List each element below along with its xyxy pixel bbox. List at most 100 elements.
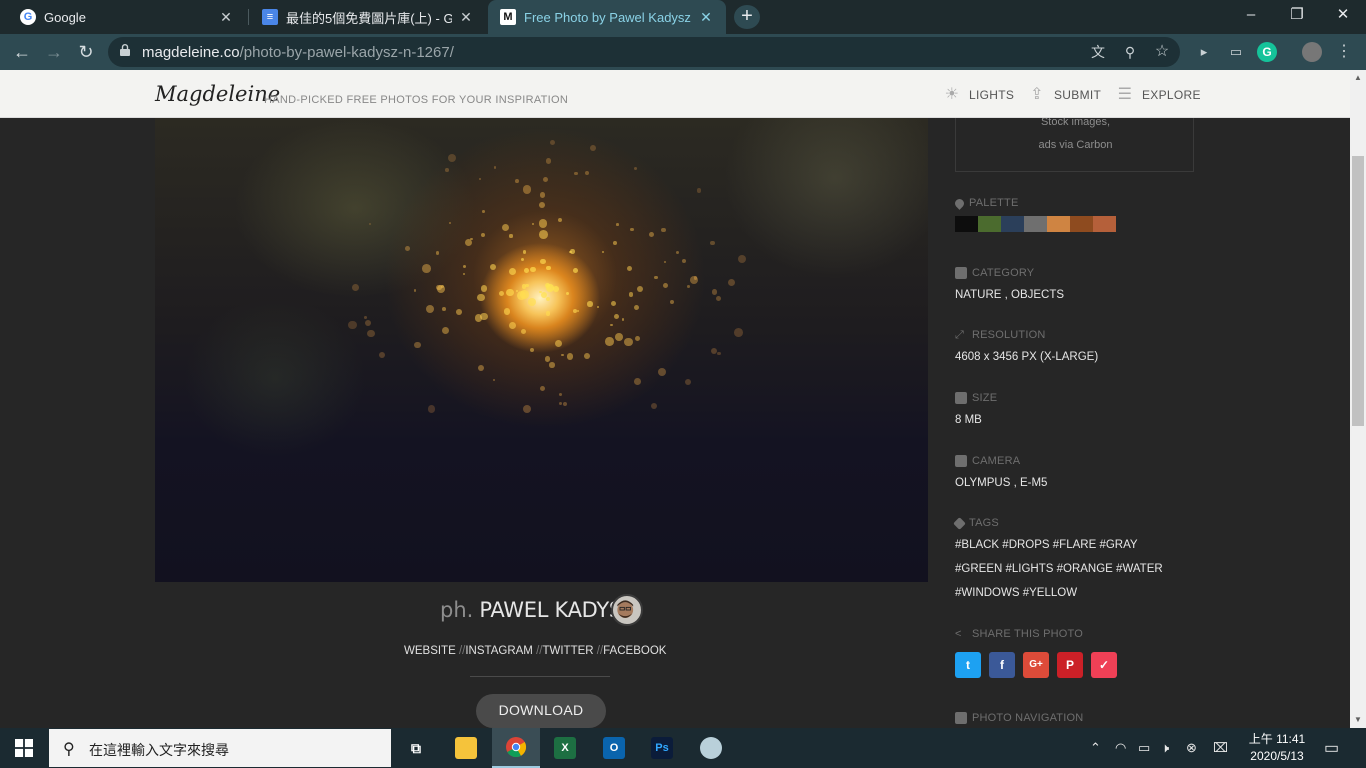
tab-docs[interactable]: ≡ 最佳的5個免費圖片庫(上) - Goog ✕ — [250, 0, 486, 34]
forward-button[interactable]: → — [41, 39, 67, 65]
back-button[interactable]: ← — [9, 39, 35, 65]
twitter-link[interactable]: TWITTER — [542, 645, 593, 657]
google-plus-share-button[interactable]: G+ — [1023, 652, 1049, 678]
restore-button[interactable]: ❐ — [1274, 0, 1320, 34]
water-droplet — [681, 258, 686, 263]
close-icon[interactable]: ✕ — [458, 9, 474, 26]
chrome-app[interactable] — [492, 728, 540, 768]
credit-prefix: ph. — [440, 598, 474, 622]
battery-icon[interactable]: ▭ — [1138, 740, 1150, 756]
drop-icon — [953, 196, 966, 210]
palette-swatch[interactable] — [1024, 216, 1047, 232]
taskbar-search[interactable]: ⚲ 在這裡輸入文字來搜尋 — [48, 728, 392, 768]
grammarly-icon[interactable]: G — [1257, 42, 1277, 62]
facebook-share-button[interactable]: f — [989, 652, 1015, 678]
extension-icon[interactable]: ▭ — [1226, 42, 1246, 62]
size-section: SIZE 8 MB — [955, 392, 1215, 432]
start-button[interactable] — [0, 728, 48, 768]
translate-icon[interactable]: 文 — [1088, 42, 1108, 62]
tab-title: 最佳的5個免費圖片庫(上) - Goog — [286, 10, 452, 26]
file-explorer-app[interactable] — [442, 728, 490, 768]
palette-swatch[interactable] — [1093, 216, 1116, 232]
paint-app[interactable] — [687, 728, 735, 768]
facebook-link[interactable]: FACEBOOK — [603, 645, 666, 657]
tab-magdeleine[interactable]: M Free Photo by Pawel Kadysz - m ✕ — [488, 0, 726, 34]
notification-blocked-icon[interactable]: ⊗ — [1186, 740, 1197, 756]
download-button[interactable]: DOWNLOAD — [476, 694, 606, 728]
page-scrollbar[interactable]: ▲ ▼ — [1350, 70, 1366, 728]
close-icon[interactable]: ✕ — [698, 9, 714, 26]
submit-link[interactable]: ⇪ SUBMIT — [1028, 87, 1101, 103]
volume-muted-icon[interactable]: 🕨 — [1161, 740, 1169, 756]
wifi-icon[interactable]: ◠ — [1115, 740, 1126, 756]
water-droplet — [584, 171, 589, 176]
tag-line[interactable]: #WINDOWS #YELLOW — [955, 581, 1215, 605]
ad-credit[interactable]: ads via Carbon — [956, 139, 1195, 151]
pocket-share-button[interactable]: ✓ — [1091, 652, 1117, 678]
taskbar-clock[interactable]: 上午 11:41 2020/5/13 — [1240, 731, 1314, 765]
hamburger-icon: ☰ — [1117, 86, 1133, 103]
site-logo[interactable]: Magdeleine — [155, 82, 280, 106]
pinterest-share-button[interactable]: P — [1057, 652, 1083, 678]
water-droplet — [621, 318, 625, 321]
chrome-icon — [506, 737, 527, 758]
water-droplet — [628, 292, 634, 297]
input-method-icon[interactable]: ⌧ — [1213, 740, 1228, 756]
website-link[interactable]: WEBSITE — [404, 645, 456, 657]
water-droplet — [413, 288, 417, 292]
palette-swatch[interactable] — [1001, 216, 1024, 232]
outlook-app[interactable]: O — [590, 728, 638, 768]
scrollbar-thumb[interactable] — [1352, 156, 1364, 426]
scroll-down-icon[interactable]: ▼ — [1350, 712, 1366, 728]
palette-swatch[interactable] — [955, 216, 978, 232]
action-center-icon[interactable]: ▭ — [1324, 738, 1339, 758]
camera-value[interactable]: OLYMPUS , E-M5 — [955, 471, 1215, 495]
twitter-share-button[interactable]: t — [955, 652, 981, 678]
water-droplet — [545, 158, 552, 164]
show-hidden-icons[interactable]: ⌃ — [1090, 740, 1101, 756]
water-droplet — [441, 326, 449, 334]
profile-avatar-icon[interactable] — [1302, 42, 1322, 62]
minimize-button[interactable]: – — [1228, 0, 1274, 34]
photoshop-app[interactable]: Ps — [638, 728, 686, 768]
water-droplet — [527, 298, 537, 307]
tab-google[interactable]: G Google ✕ — [8, 0, 246, 34]
explore-menu[interactable]: ☰ EXPLORE — [1116, 87, 1201, 103]
main-photo[interactable] — [155, 118, 928, 582]
close-window-button[interactable]: ✕ — [1320, 0, 1366, 34]
lights-toggle[interactable]: ☀ LIGHTS — [943, 87, 1014, 103]
tag-line[interactable]: #BLACK #DROPS #FLARE #GRAY — [955, 533, 1215, 557]
palette-swatch[interactable] — [1047, 216, 1070, 232]
palette-swatch[interactable] — [978, 216, 1001, 232]
camera-section: CAMERA OLYMPUS , E-M5 — [955, 455, 1215, 495]
water-droplet — [661, 227, 666, 233]
menu-icon[interactable]: ⋮ — [1334, 42, 1354, 62]
scroll-up-icon[interactable]: ▲ — [1350, 70, 1366, 86]
zoom-icon[interactable]: ⚲ — [1120, 42, 1140, 62]
water-droplet — [572, 308, 578, 314]
bookmark-star-icon[interactable]: ☆ — [1152, 42, 1172, 62]
water-droplet — [616, 223, 619, 226]
reload-button[interactable]: ↻ — [73, 39, 99, 65]
close-icon[interactable]: ✕ — [218, 9, 234, 26]
water-droplet — [663, 260, 667, 263]
palette-swatch[interactable] — [1070, 216, 1093, 232]
water-droplet — [605, 337, 614, 346]
disk-icon — [955, 392, 967, 404]
category-section: CATEGORY NATURE , OBJECTS — [955, 267, 1215, 307]
task-view-button[interactable]: ⧉ — [392, 728, 440, 768]
search-placeholder: 在這裡輸入文字來搜尋 — [89, 742, 229, 758]
cast-icon[interactable]: ▸ — [1194, 42, 1214, 62]
water-droplet — [462, 264, 466, 268]
photographer-avatar[interactable] — [611, 594, 643, 626]
tag-line[interactable]: #GREEN #LIGHTS #ORANGE #WATER — [955, 557, 1215, 581]
instagram-link[interactable]: INSTAGRAM — [465, 645, 533, 657]
water-droplet — [562, 401, 567, 406]
category-value[interactable]: NATURE , OBJECTS — [955, 283, 1215, 307]
lights-label: LIGHTS — [969, 88, 1015, 102]
new-tab-button[interactable]: + — [734, 5, 760, 29]
address-bar[interactable]: magdeleine.co/photo-by-pawel-kadysz-n-12… — [108, 37, 1180, 67]
excel-app[interactable]: X — [541, 728, 589, 768]
tag-list[interactable]: #BLACK #DROPS #FLARE #GRAY #GREEN #LIGHT… — [955, 533, 1215, 605]
water-droplet — [710, 240, 716, 246]
